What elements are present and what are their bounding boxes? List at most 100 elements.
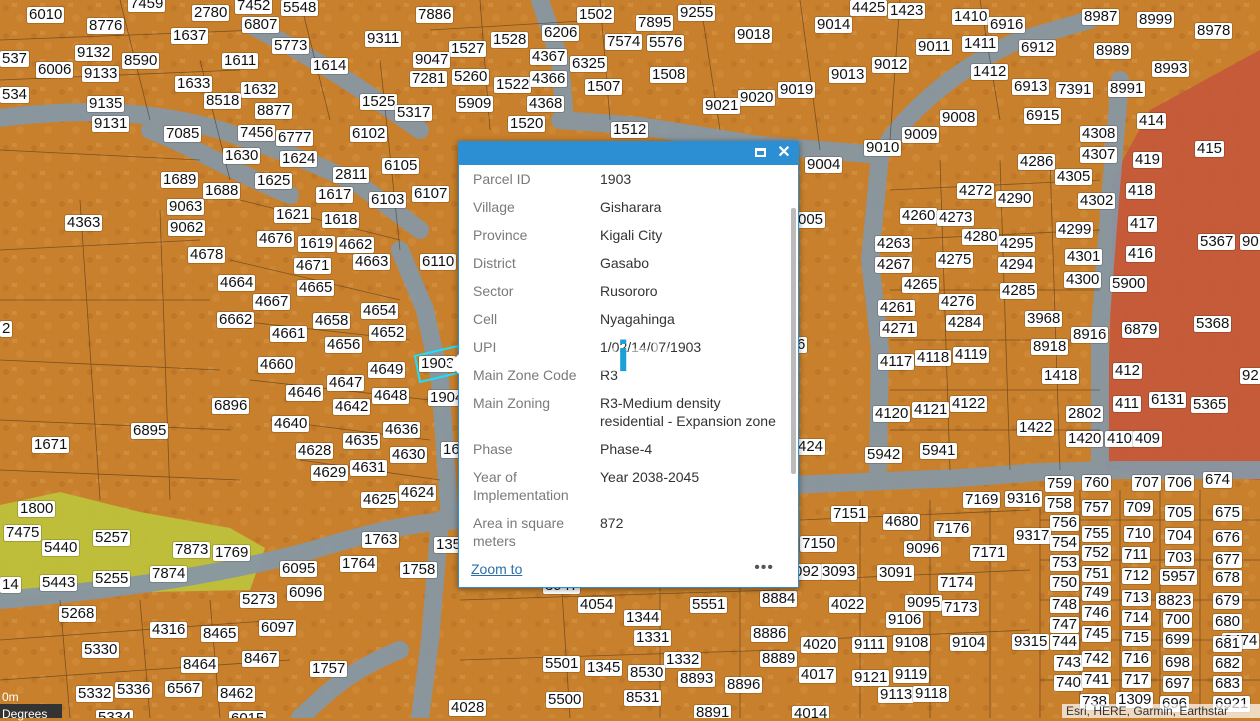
attribute-label: UPI [473, 339, 497, 355]
parcel-label: 4307 [1080, 146, 1118, 163]
parcel-label: 5336 [115, 681, 153, 698]
parcel-label: 5317 [395, 104, 433, 121]
parcel-label: 7085 [164, 125, 202, 142]
parcel-label: 9020 [738, 89, 776, 106]
parcel-label: 759 [1045, 475, 1075, 492]
parcel-label: 5942 [865, 446, 903, 463]
parcel-label: 415 [1195, 140, 1225, 157]
parcel-label: 8464 [181, 656, 219, 673]
attribute-row: District Gasabo [473, 251, 783, 279]
parcel-label: 6097 [259, 619, 297, 636]
parcel-label: 8886 [751, 625, 789, 642]
attribute-value: Kigali City [600, 227, 663, 243]
parcel-label: 1508 [650, 66, 688, 83]
parcel-label: 680 [1213, 613, 1243, 630]
parcel-label: 1621 [274, 206, 312, 223]
parcel-label: 534 [0, 86, 30, 103]
parcel-label: 418 [1126, 182, 1156, 199]
parcel-label: 4629 [311, 464, 349, 481]
parcel-label: 749 [1082, 584, 1112, 601]
parcel-label: 4301 [1065, 248, 1103, 265]
parcel-label: 1423 [888, 2, 926, 19]
parcel-label: 9096 [904, 540, 942, 557]
parcel-label: 9317 [1014, 527, 1052, 544]
parcel-label: 4119 [953, 346, 990, 363]
parcel-label: 4635 [343, 432, 381, 449]
more-options-icon[interactable]: ••• [754, 559, 774, 577]
close-icon[interactable]: ✕ [776, 145, 792, 161]
popup-footer: Zoom to ••• [471, 559, 788, 581]
parcel-label: 4260 [900, 207, 938, 224]
parcel-label: 8991 [1108, 80, 1146, 97]
attribute-table: Parcel ID 1903 Village Gisharara Province Kig… [473, 167, 783, 554]
parcel-label: 5268 [59, 605, 97, 622]
parcel-label: 713 [1122, 589, 1152, 606]
parcel-label: 8916 [1071, 326, 1109, 343]
parcel-label: 2811 [333, 166, 370, 183]
parcel-label: 6095 [280, 560, 318, 577]
attribute-value: Nyagahinga [600, 311, 675, 327]
parcel-label: 9009 [902, 126, 940, 143]
parcel-label: 1625 [255, 172, 293, 189]
parcel-label: 4028 [449, 699, 487, 716]
parcel-label: 757 [1082, 499, 1112, 516]
maximize-icon[interactable] [753, 145, 769, 161]
parcel-label: 7174 [938, 574, 976, 591]
parcel-label: 5551 [690, 596, 728, 613]
parcel-label: 1769 [213, 544, 251, 561]
parcel-label: 683 [1213, 675, 1243, 692]
parcel-label: 1344 [624, 609, 662, 626]
parcel-label: 1757 [310, 660, 348, 677]
attribute-row: Main Zone Code R3 [473, 363, 783, 391]
parcel-label: 1617 [316, 186, 354, 203]
parcel-label: 6102 [350, 125, 388, 142]
parcel-label: 6915 [1024, 107, 1062, 124]
attribute-row: Cell Nyagahinga [473, 307, 783, 335]
parcel-label: 409 [1133, 430, 1163, 447]
attribute-label: Main Zoning [473, 395, 551, 411]
parcel-label: 9121 [852, 669, 890, 686]
parcel-label: 4367 [530, 48, 568, 65]
parcel-label: 9063 [167, 198, 205, 215]
parcel-label: 4120 [873, 405, 911, 422]
parcel-label: 678 [1213, 569, 1243, 586]
parcel-label: 753 [1050, 554, 1080, 571]
parcel-label: 1507 [585, 78, 623, 95]
zoom-to-link[interactable]: Zoom to [471, 561, 522, 577]
parcel-label: 6010 [27, 6, 65, 23]
parcel-label: 5443 [40, 574, 78, 591]
parcel-label: 8978 [1195, 22, 1233, 39]
popup-body[interactable]: Parcel ID 1903 Village Gisharara Province Kig… [459, 165, 788, 554]
parcel-label: 417 [1128, 215, 1158, 232]
parcel-label: 4286 [1018, 153, 1056, 170]
parcel-label: 4300 [1064, 271, 1102, 288]
popup-scrollbar[interactable] [791, 208, 796, 474]
parcel-label: 4265 [902, 276, 940, 293]
scale-distance: 0m [2, 690, 19, 704]
parcel-label: 8993 [1152, 60, 1190, 77]
parcel-label: 7391 [1056, 81, 1094, 98]
parcel-label: 698 [1163, 654, 1193, 671]
parcel-label: 750 [1050, 574, 1080, 591]
parcel-label: 8465 [201, 625, 239, 642]
parcel-label: 4363 [65, 214, 103, 231]
parcel-label: 7459 [128, 0, 166, 12]
parcel-label: 537 [0, 50, 30, 67]
parcel-label: 424 [796, 438, 826, 455]
parcel-label: 6105 [382, 157, 420, 174]
parcel-label: 1520 [508, 115, 546, 132]
parcel-label: 6131 [1149, 391, 1187, 408]
parcel-label: 1614 [311, 57, 349, 74]
parcel-label: 1418 [1042, 367, 1080, 384]
parcel-label: 3093 [820, 563, 858, 580]
parcel-label: 9047 [413, 51, 451, 68]
parcel-label: 4261 [878, 299, 916, 316]
parcel-label: 7452 [235, 0, 273, 14]
parcel-label: 6567 [165, 680, 203, 697]
parcel-label: 8462 [218, 685, 256, 702]
parcel-label: 4676 [257, 230, 295, 247]
parcel-label: 7150 [800, 535, 838, 552]
parcel-label: 8999 [1137, 11, 1175, 28]
parcel-label: 4117 [878, 353, 915, 370]
parcel-label: 697 [1163, 675, 1193, 692]
